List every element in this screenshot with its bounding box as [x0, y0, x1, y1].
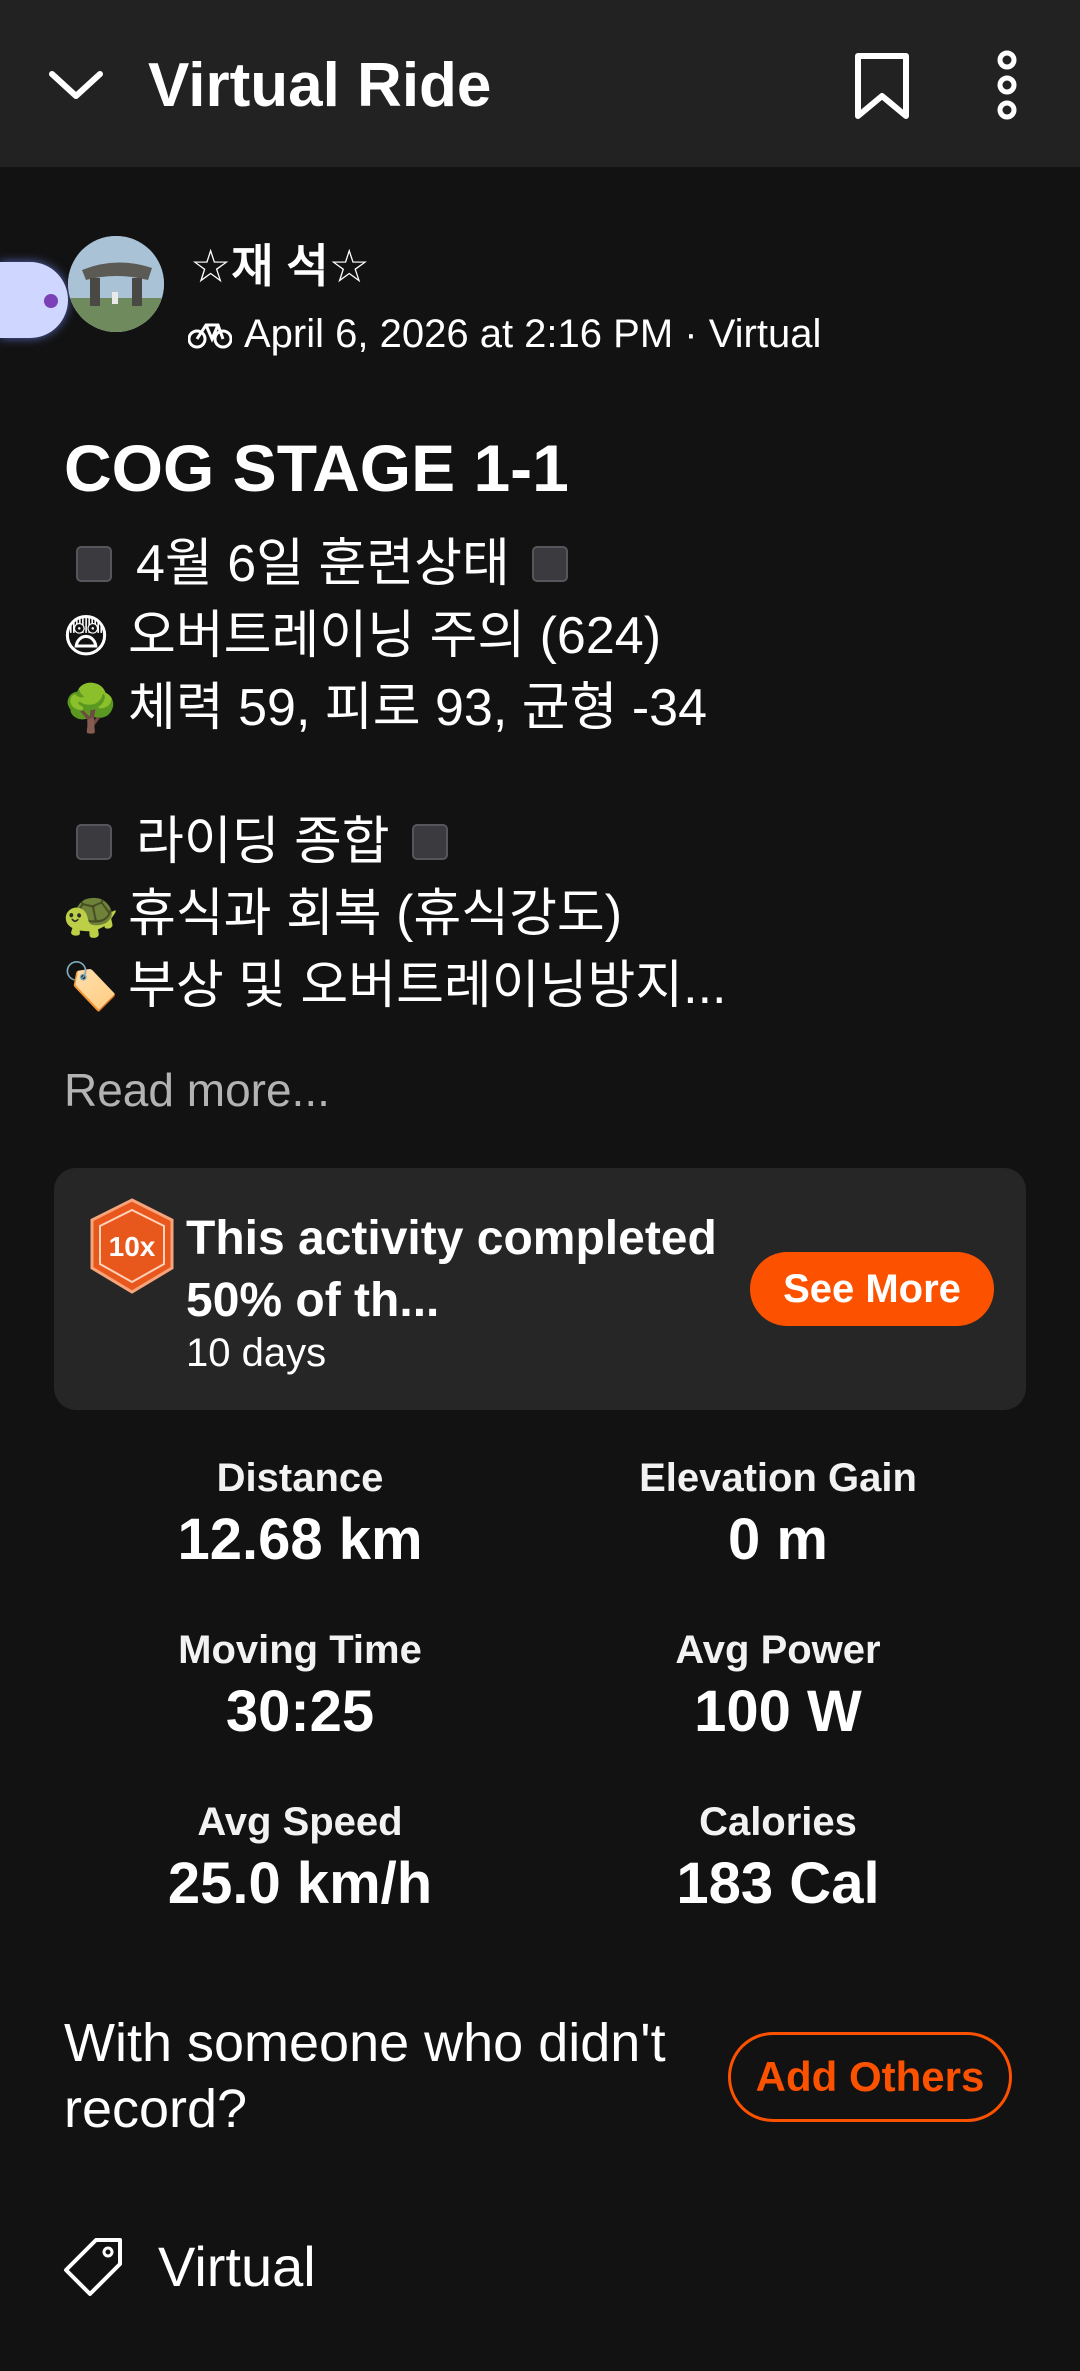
turtle-icon: 🐢: [62, 888, 120, 940]
stat-value: 30:25: [225, 1679, 375, 1744]
bike-icon: [188, 323, 232, 349]
stat-calories: Calories 183 Cal: [528, 1796, 1028, 1920]
description-text: 휴식과 회복 (휴식강도): [128, 885, 623, 943]
activity-date: April 6, 2026 at 2:16 PM · Virtual: [244, 312, 822, 356]
description-line: 라이딩 종합: [62, 806, 726, 878]
stat-value: 183 Cal: [676, 1851, 880, 1916]
stat-label: Moving Time: [178, 1628, 422, 1672]
description-line: 😨 오버트레이닝 주의 (624): [62, 600, 726, 672]
challenge-title: This activity completed 50% of th...: [186, 1212, 717, 1327]
read-more-link[interactable]: Read more...: [64, 1060, 330, 1120]
stat-avg-power: Avg Power 100 W: [528, 1624, 1028, 1748]
10x-badge-icon: 10x: [90, 1198, 174, 1294]
stat-distance: Distance 12.68 km: [50, 1452, 550, 1576]
activity-meta: April 6, 2026 at 2:16 PM · Virtual: [188, 306, 821, 362]
floating-assistant-bubble[interactable]: [0, 262, 68, 338]
tag-icon: [64, 2238, 122, 2296]
more-vertical-icon[interactable]: [982, 50, 1032, 120]
description-text: 오버트레이닝 주의 (624): [128, 607, 662, 665]
page-title: Virtual Ride: [148, 51, 492, 120]
description-text: 부상 및 오버트레이닝방지...: [128, 957, 727, 1015]
add-others-button[interactable]: Add Others: [728, 2032, 1012, 2122]
bubble-dot: [44, 294, 58, 308]
stat-label: Elevation Gain: [639, 1456, 917, 1500]
avatar[interactable]: [68, 236, 164, 332]
challenge-subtitle: 10 days: [186, 1331, 327, 1375]
stat-value: 100 W: [694, 1679, 862, 1744]
challenge-card[interactable]: 10x This activity completed 50% of th...…: [54, 1168, 1026, 1410]
with-others-prompt: With someone who didn't record?: [64, 2013, 666, 2139]
description-line: 🌳 체력 59, 피로 93, 균형 -34: [62, 672, 726, 744]
activity-description: 4월 6일 훈련상태 😨 오버트레이닝 주의 (624) 🌳 체력 59, 피로…: [62, 528, 726, 1022]
stat-label: Distance: [216, 1456, 384, 1500]
description-line: 🐢 휴식과 회복 (휴식강도): [62, 878, 726, 950]
label-tag-icon: 🏷️: [62, 960, 120, 1012]
avatar-image: [68, 236, 164, 332]
fearful-face-icon: 😨: [62, 610, 110, 662]
description-blank-line: [62, 744, 726, 806]
stat-label: Calories: [699, 1800, 857, 1844]
description-line: 4월 6일 훈련상태: [62, 528, 726, 600]
top-app-bar: Virtual Ride: [0, 0, 1080, 167]
square-icon: [76, 824, 112, 860]
chevron-down-icon[interactable]: [44, 52, 108, 116]
svg-text:10x: 10x: [109, 1231, 156, 1262]
square-icon: [76, 546, 112, 582]
stat-value: 0 m: [728, 1507, 828, 1572]
description-text: 라이딩 종합: [136, 813, 390, 871]
description-text: 4월 6일 훈련상태: [136, 535, 510, 593]
stat-value: 25.0 km/h: [167, 1851, 433, 1916]
stat-elevation-gain: Elevation Gain 0 m: [528, 1452, 1028, 1576]
bookmark-icon[interactable]: [850, 52, 914, 120]
stat-value: 12.68 km: [177, 1507, 423, 1572]
stat-moving-time: Moving Time 30:25: [50, 1624, 550, 1748]
see-more-button[interactable]: See More: [750, 1252, 994, 1326]
description-line: 🏷️ 부상 및 오버트레이닝방지...: [62, 950, 726, 1022]
stat-avg-speed: Avg Speed 25.0 km/h: [50, 1796, 550, 1920]
square-icon: [411, 824, 448, 860]
stat-label: Avg Speed: [197, 1800, 403, 1844]
square-icon: [531, 546, 568, 582]
stat-label: Avg Power: [675, 1628, 881, 1672]
activity-title: COG STAGE 1-1: [64, 431, 569, 505]
athlete-name[interactable]: ☆재 석☆: [190, 236, 370, 296]
tree-icon: 🌳: [62, 682, 120, 734]
description-text: 체력 59, 피로 93, 균형 -34: [128, 679, 708, 737]
tag-label: Virtual: [158, 2235, 316, 2298]
activity-tag[interactable]: Virtual: [62, 2232, 316, 2302]
